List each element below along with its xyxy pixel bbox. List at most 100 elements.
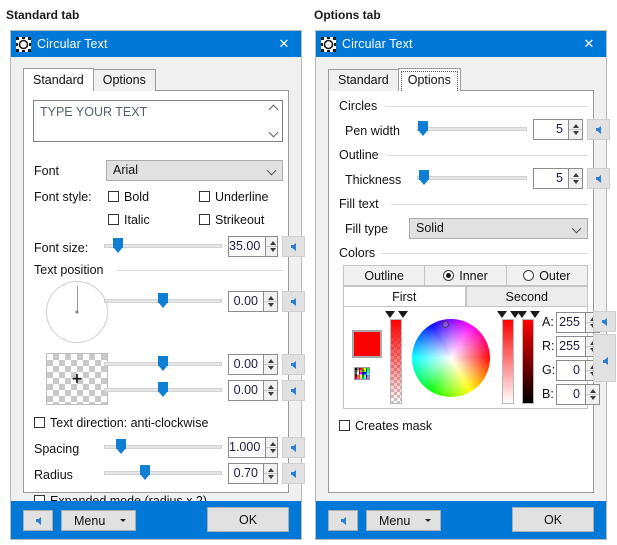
spacing-slider[interactable]	[104, 438, 222, 456]
pen-width-slider[interactable]	[417, 120, 527, 138]
text-angle-slider[interactable]	[104, 292, 222, 310]
color-target-outline[interactable]: Outline	[343, 265, 425, 286]
alpha-value[interactable]: 255	[556, 312, 585, 333]
spinner-buttons[interactable]	[265, 236, 278, 257]
tab-options[interactable]: Options	[92, 69, 156, 91]
radius-reset-button[interactable]	[282, 463, 305, 484]
spacing-reset-button[interactable]	[282, 437, 305, 458]
thickness-slider[interactable]	[417, 169, 527, 187]
thickness-spinner[interactable]: 5	[533, 168, 583, 189]
tab-options[interactable]: Options	[397, 68, 461, 91]
slider-thumb[interactable]	[158, 382, 168, 398]
undo-button[interactable]	[328, 510, 358, 531]
text-input-scrollbar[interactable]	[267, 102, 281, 140]
chevron-up-icon[interactable]	[268, 104, 279, 115]
font-select[interactable]: Arial	[106, 160, 283, 181]
color-palette-icon[interactable]	[354, 367, 370, 380]
pen-width-spinner[interactable]: 5	[533, 119, 583, 140]
thickness-value[interactable]: 5	[533, 168, 568, 189]
tab-standard[interactable]: Standard	[328, 69, 399, 91]
spinner-buttons[interactable]	[568, 168, 583, 189]
reset-arrow-icon	[596, 174, 601, 183]
spinner-buttons[interactable]	[263, 463, 278, 484]
offset-x-value[interactable]: 0.00	[228, 354, 263, 375]
menu-button[interactable]: Menu	[366, 510, 441, 531]
offset-y-value[interactable]: 0.00	[228, 380, 263, 401]
color-wheel-icon[interactable]	[412, 319, 490, 397]
text-angle-reset-button[interactable]	[282, 291, 305, 312]
saturation-marker-left-icon[interactable]	[497, 311, 507, 318]
alpha-marker-right-icon[interactable]	[398, 311, 408, 318]
checkbox-anti-clockwise[interactable]: Text direction: anti-clockwise	[34, 416, 208, 430]
color-wheel-cursor[interactable]	[442, 321, 449, 328]
alpha-reset-button[interactable]	[593, 311, 616, 332]
offset-x-slider[interactable]	[104, 355, 222, 373]
rgb-reset-button[interactable]	[593, 334, 616, 382]
undo-button[interactable]	[23, 510, 53, 531]
slider-thumb[interactable]	[140, 465, 151, 481]
current-color-swatch[interactable]	[352, 330, 382, 358]
spacing-spinner[interactable]: 1.000	[228, 437, 278, 458]
thickness-reset-button[interactable]	[587, 168, 610, 189]
checkbox-creates-mask[interactable]: Creates mask	[339, 419, 432, 433]
color-target-inner[interactable]: Inner	[424, 265, 506, 286]
slider-thumb[interactable]	[158, 293, 168, 309]
spinner-buttons[interactable]	[263, 354, 278, 375]
spinner-buttons[interactable]	[265, 437, 278, 458]
menu-button[interactable]: Menu	[61, 510, 136, 531]
pen-width-value[interactable]: 5	[533, 119, 568, 140]
brightness-marker-left-icon[interactable]	[517, 311, 527, 318]
spinner-buttons[interactable]	[263, 291, 278, 312]
offset-pad-icon[interactable]: +	[46, 353, 108, 405]
offset-x-spinner[interactable]: 0.00	[228, 354, 278, 375]
slider-thumb[interactable]	[418, 170, 429, 186]
checkbox-underline[interactable]: Underline	[199, 190, 269, 204]
radius-value[interactable]: 0.70	[228, 463, 263, 484]
offset-y-spinner[interactable]: 0.00	[228, 380, 278, 401]
angle-dial-icon[interactable]	[46, 281, 108, 343]
font-size-spinner[interactable]: 35.00	[228, 236, 278, 257]
tab-standard[interactable]: Standard	[23, 68, 94, 91]
spinner-buttons[interactable]	[263, 380, 278, 401]
close-icon[interactable]: ✕	[572, 31, 606, 57]
fill-type-select[interactable]: Solid	[409, 218, 588, 239]
alpha-gradient-bar[interactable]	[390, 319, 402, 404]
close-icon[interactable]: ✕	[267, 31, 301, 57]
radius-spinner[interactable]: 0.70	[228, 463, 278, 484]
alpha-marker-left-icon[interactable]	[385, 311, 395, 318]
green-value[interactable]: 0	[556, 360, 585, 381]
offset-y-slider[interactable]	[104, 381, 222, 399]
slider-thumb[interactable]	[158, 356, 168, 372]
color-order-second[interactable]: Second	[465, 286, 588, 307]
blue-value[interactable]: 0	[556, 384, 585, 405]
text-angle-spinner[interactable]: 0.00	[228, 291, 278, 312]
radius-slider[interactable]	[104, 464, 222, 482]
brightness-gradient-bar[interactable]	[522, 319, 534, 404]
color-target-outer[interactable]: Outer	[505, 265, 588, 286]
spinner-buttons[interactable]	[585, 384, 600, 405]
brightness-marker-right-icon[interactable]	[530, 311, 540, 318]
font-size-slider[interactable]	[104, 237, 222, 255]
chevron-down-icon[interactable]	[268, 127, 279, 138]
checkbox-strikeout[interactable]: Strikeout	[199, 213, 264, 227]
slider-thumb[interactable]	[113, 238, 124, 254]
color-order-first[interactable]: First	[343, 286, 466, 307]
text-angle-value[interactable]: 0.00	[228, 291, 263, 312]
ok-button[interactable]: OK	[512, 507, 594, 532]
red-value[interactable]: 255	[556, 336, 585, 357]
font-size-reset-button[interactable]	[282, 236, 305, 257]
pen-width-reset-button[interactable]	[587, 119, 610, 140]
slider-thumb[interactable]	[417, 121, 428, 137]
spacing-value[interactable]: 1.000	[228, 437, 266, 458]
text-input[interactable]: TYPE YOUR TEXT	[33, 100, 283, 142]
checkbox-italic[interactable]: Italic	[108, 213, 150, 227]
blue-spinner[interactable]: 0	[556, 384, 600, 405]
checkbox-bold[interactable]: Bold	[108, 190, 149, 204]
offset-y-reset-button[interactable]	[282, 380, 305, 401]
offset-x-reset-button[interactable]	[282, 354, 305, 375]
saturation-gradient-bar[interactable]	[502, 319, 514, 404]
font-size-value[interactable]: 35.00	[228, 236, 266, 257]
ok-button[interactable]: OK	[207, 507, 289, 532]
slider-thumb[interactable]	[115, 439, 126, 455]
spinner-buttons[interactable]	[568, 119, 583, 140]
